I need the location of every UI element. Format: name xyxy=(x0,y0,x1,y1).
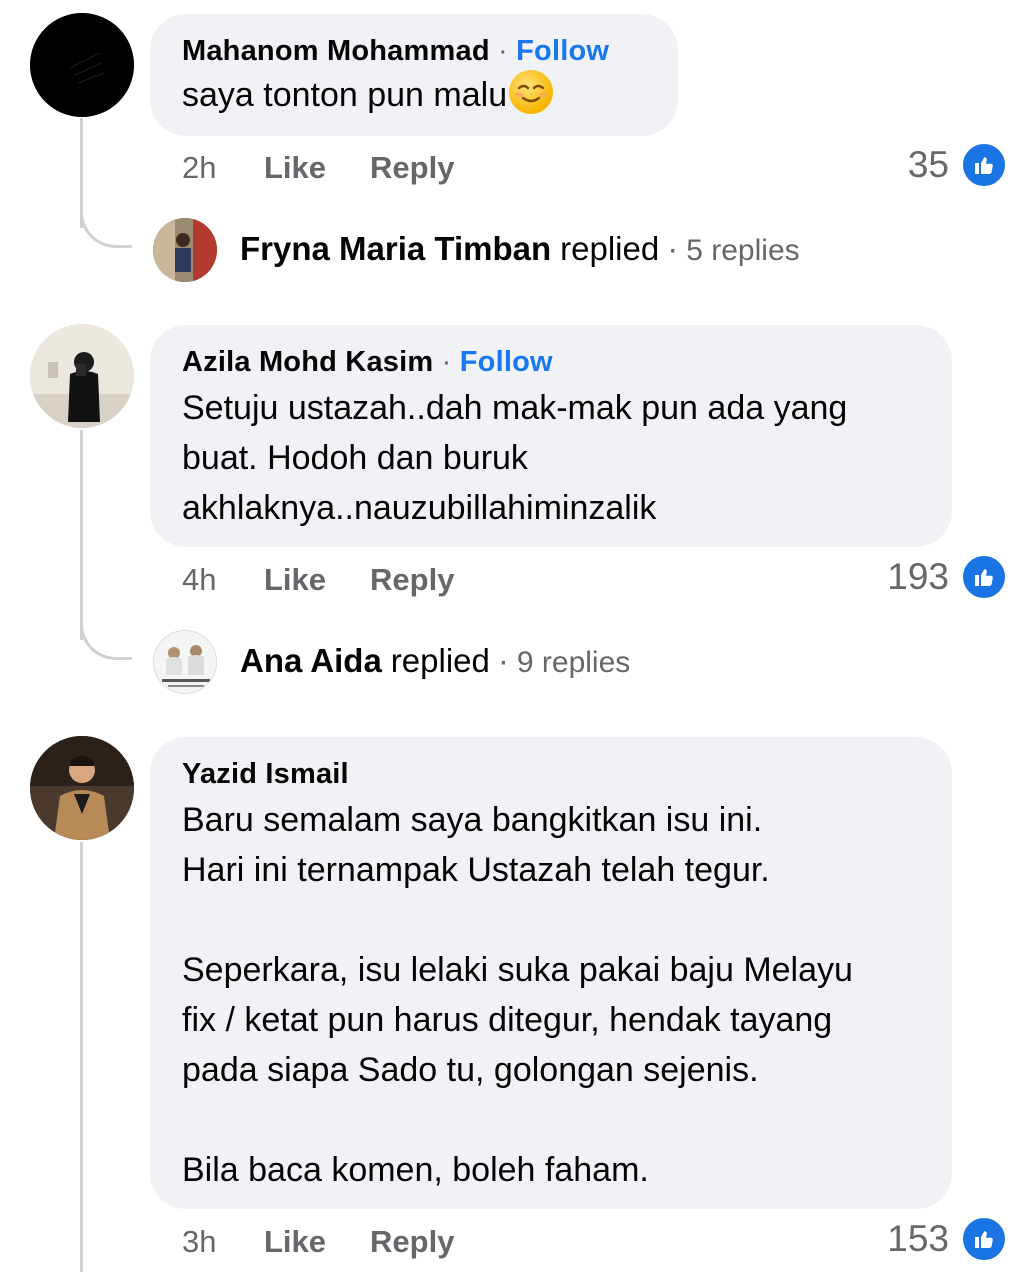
like-count: 153 xyxy=(887,1218,949,1259)
view-replies-link[interactable]: Ana Aida replied · 9 replies xyxy=(240,642,630,680)
author-name[interactable]: Azila Mohd Kasim xyxy=(182,346,433,378)
thread-line xyxy=(80,842,83,1272)
separator-dot: · xyxy=(498,35,517,67)
reply-count: 5 replies xyxy=(686,234,800,267)
comment-header: Azila Mohd Kasim · Follow xyxy=(182,345,920,379)
reply-verb: replied xyxy=(390,642,490,679)
separator-dot: · xyxy=(667,230,679,267)
reply-button[interactable]: Reply xyxy=(370,562,454,598)
separator-dot: · xyxy=(497,642,509,679)
timestamp[interactable]: 4h xyxy=(182,562,264,598)
comment-actions: 2h Like Reply xyxy=(182,150,498,186)
comment-text: Baru semalam saya bangkitkan isu ini. Ha… xyxy=(182,801,853,1189)
reply-avatar[interactable] xyxy=(153,218,217,282)
reaction-count[interactable]: 153 xyxy=(887,1216,1007,1262)
thumbs-up-icon xyxy=(961,1216,1007,1262)
reply-avatar[interactable] xyxy=(153,630,217,694)
thread-line xyxy=(80,430,83,640)
comment-bubble: Mahanom Mohammad · Follow saya tonton pu… xyxy=(150,14,678,136)
avatar[interactable] xyxy=(30,13,134,117)
reply-count: 9 replies xyxy=(516,646,631,679)
avatar[interactable] xyxy=(30,736,134,840)
comment-bubble: Yazid Ismail Baru semalam saya bangkitka… xyxy=(150,737,952,1209)
timestamp[interactable]: 3h xyxy=(182,1224,264,1260)
author-name[interactable]: Yazid Ismail xyxy=(182,757,920,791)
thumbs-up-icon xyxy=(961,142,1007,188)
reaction-count[interactable]: 35 xyxy=(908,142,1007,188)
reply-button[interactable]: Reply xyxy=(370,150,454,186)
reaction-count[interactable]: 193 xyxy=(887,554,1007,600)
thread-connector xyxy=(80,208,132,248)
relieved-face-emoji-icon xyxy=(509,70,554,114)
timestamp[interactable]: 2h xyxy=(182,150,264,186)
comment-actions: 3h Like Reply xyxy=(182,1224,498,1260)
like-count: 35 xyxy=(907,144,949,185)
separator-dot: · xyxy=(441,346,460,378)
comment-bubble: Azila Mohd Kasim · Follow Setuju ustazah… xyxy=(150,325,952,547)
reply-verb: replied xyxy=(560,230,660,267)
author-name[interactable]: Mahanom Mohammad xyxy=(182,35,490,67)
comment-actions: 4h Like Reply xyxy=(182,562,498,598)
view-replies-link[interactable]: Fryna Maria Timban replied · 5 replies xyxy=(240,230,800,268)
follow-button[interactable]: Follow xyxy=(460,346,553,378)
reply-author: Ana Aida xyxy=(240,642,382,679)
reply-author: Fryna Maria Timban xyxy=(240,230,552,267)
like-count: 193 xyxy=(887,556,949,597)
avatar[interactable] xyxy=(30,324,134,428)
like-button[interactable]: Like xyxy=(264,150,326,186)
follow-button[interactable]: Follow xyxy=(516,35,609,67)
reply-button[interactable]: Reply xyxy=(370,1224,454,1260)
thumbs-up-icon xyxy=(961,554,1007,600)
comment-text: saya tonton pun malu xyxy=(182,76,508,114)
comment-header: Mahanom Mohammad · Follow xyxy=(182,34,646,68)
thread-connector xyxy=(80,620,132,660)
like-button[interactable]: Like xyxy=(264,562,326,598)
like-button[interactable]: Like xyxy=(264,1224,326,1260)
comment-text: Setuju ustazah..dah mak-mak pun ada yang… xyxy=(182,389,848,527)
comment-text-row: saya tonton pun malu xyxy=(182,70,646,120)
